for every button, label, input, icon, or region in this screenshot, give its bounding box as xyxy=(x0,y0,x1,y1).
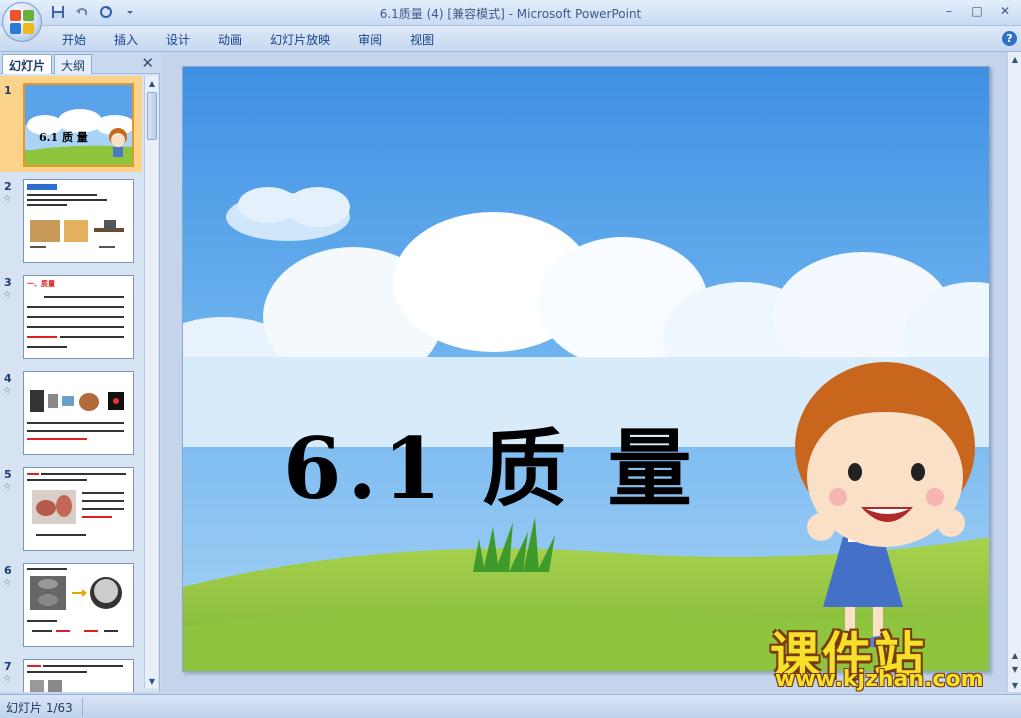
next-slide-icon[interactable]: ▼ xyxy=(1008,662,1021,676)
slide-editor: 6.1 质 量 xyxy=(162,52,1007,692)
slide-canvas[interactable]: 6.1 质 量 xyxy=(182,66,990,672)
slide-preview: 一、质量 xyxy=(23,275,134,359)
scroll-up-icon[interactable]: ▲ xyxy=(145,76,159,90)
slide-preview xyxy=(23,659,134,692)
watermark-url: www.kjzhan.com xyxy=(775,667,984,692)
help-icon[interactable]: ? xyxy=(1002,31,1017,46)
animation-icon: ☆ xyxy=(3,578,12,588)
status-bar: 幻灯片 1/63 xyxy=(0,694,1021,718)
editor-scrollbar[interactable]: ▲ ▲ ▼ ▼ xyxy=(1007,52,1021,692)
slide-preview: 6.1 质 量 xyxy=(23,83,134,167)
tab-view[interactable]: 视图 xyxy=(396,31,448,48)
office-button[interactable] xyxy=(2,2,42,42)
ribbon: 开始 插入 设计 动画 幻灯片放映 审阅 视图 ? xyxy=(0,26,1021,52)
slide-preview xyxy=(23,563,134,647)
scroll-down-icon[interactable]: ▼ xyxy=(1008,678,1021,692)
panel-close-icon[interactable]: ✕ xyxy=(141,54,154,72)
small-cloud xyxy=(226,187,350,241)
slide-preview xyxy=(23,371,134,455)
slide-thumbnail-1[interactable]: 1 6.1 质 量 xyxy=(0,76,142,172)
animation-icon: ☆ xyxy=(3,386,12,396)
maximize-button[interactable]: □ xyxy=(963,1,991,21)
scroll-thumb[interactable] xyxy=(147,92,157,140)
window-controls: – □ ✕ xyxy=(935,1,1019,21)
slide-thumbnail-3[interactable]: 3 ☆ 一、质量 xyxy=(0,268,142,364)
slide-thumbnail-2[interactable]: 2 ☆ xyxy=(0,172,142,268)
animation-icon: ☆ xyxy=(3,482,12,492)
tab-outline[interactable]: 大纲 xyxy=(54,54,93,74)
tab-review[interactable]: 审阅 xyxy=(344,31,396,48)
slide-title[interactable]: 6.1 质 量 xyxy=(283,402,733,523)
slide-number: 6 xyxy=(4,564,12,577)
thumbnail-title: 一、质量 xyxy=(27,280,55,288)
window-title: 6.1质量 (4) [兼容模式] - Microsoft PowerPoint xyxy=(379,7,642,21)
slide-number: 2 xyxy=(4,180,12,193)
slide-thumbnail-6[interactable]: 6 ☆ xyxy=(0,556,142,652)
close-button[interactable]: ✕ xyxy=(991,1,1019,21)
slide-number: 4 xyxy=(4,372,12,385)
slides-panel: 幻灯片 大纲 ✕ 1 6.1 质 量 2 ☆ 3 ☆ 一、质量 4 ☆ 5 ☆ … xyxy=(0,52,160,692)
scroll-up-icon[interactable]: ▲ xyxy=(1008,52,1021,66)
scroll-down-icon[interactable]: ▼ xyxy=(145,674,159,688)
slide-counter: 幻灯片 1/63 xyxy=(6,701,73,715)
tab-home[interactable]: 开始 xyxy=(48,31,100,48)
animation-icon: ☆ xyxy=(3,194,12,204)
animation-icon: ☆ xyxy=(3,290,12,300)
slide-number: 5 xyxy=(4,468,12,481)
title-bar: 6.1质量 (4) [兼容模式] - Microsoft PowerPoint … xyxy=(0,0,1021,26)
slide-thumbnail-5[interactable]: 5 ☆ xyxy=(0,460,142,556)
slide-number: 7 xyxy=(4,660,12,673)
status-divider xyxy=(82,698,83,716)
slide-number: 3 xyxy=(4,276,12,289)
slide-thumbnail-7[interactable]: 7 ☆ xyxy=(0,652,142,692)
tab-design[interactable]: 设计 xyxy=(152,31,204,48)
slide-thumbnail-4[interactable]: 4 ☆ xyxy=(0,364,142,460)
animation-icon: ☆ xyxy=(3,674,12,684)
slide-background xyxy=(183,67,989,671)
thumbnail-title: 6.1 质 量 xyxy=(39,131,88,144)
tab-slideshow[interactable]: 幻灯片放映 xyxy=(256,31,344,48)
slide-thumbnails: 1 6.1 质 量 2 ☆ 3 ☆ 一、质量 4 ☆ 5 ☆ 6 ☆ 7 ☆ xyxy=(0,76,142,692)
slide-preview xyxy=(23,467,134,551)
tab-slides[interactable]: 幻灯片 xyxy=(2,54,53,74)
panel-scrollbar[interactable]: ▲ ▼ xyxy=(144,76,158,688)
slide-number: 1 xyxy=(4,84,12,97)
tab-animations[interactable]: 动画 xyxy=(204,31,256,48)
previous-slide-icon[interactable]: ▲ xyxy=(1008,648,1021,662)
tab-insert[interactable]: 插入 xyxy=(100,31,152,48)
minimize-button[interactable]: – xyxy=(935,1,963,21)
panel-tabs: 幻灯片 大纲 ✕ xyxy=(0,52,160,74)
office-logo-icon xyxy=(10,10,34,34)
ribbon-tabs: 开始 插入 设计 动画 幻灯片放映 审阅 视图 xyxy=(48,31,448,48)
slide-preview xyxy=(23,179,134,263)
